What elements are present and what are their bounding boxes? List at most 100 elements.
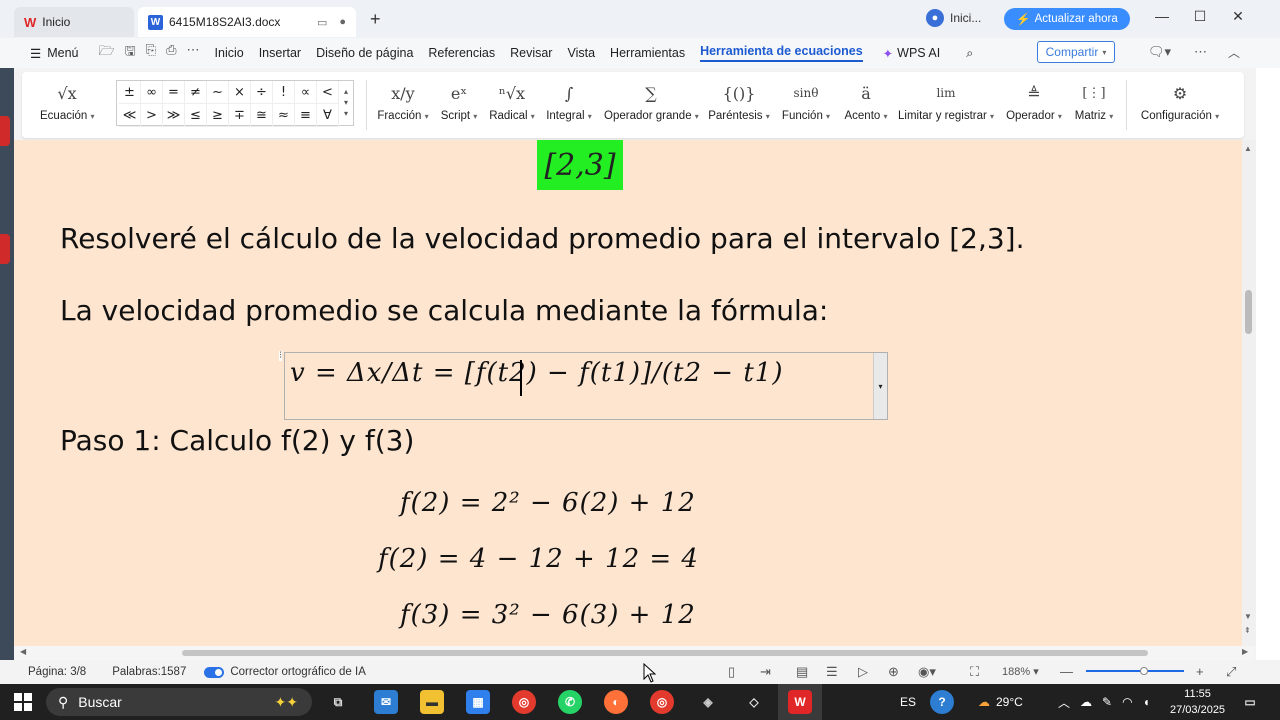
symbol-approx[interactable]: ≈ — [273, 104, 295, 127]
more-options-icon[interactable]: ⋯ — [1194, 44, 1207, 60]
minimize-icon[interactable]: — — [1152, 8, 1172, 24]
wifi-icon[interactable]: ◠ — [1122, 695, 1132, 709]
scroll-down-icon[interactable]: ▼ — [1244, 612, 1252, 621]
export-icon[interactable]: ⎘ — [146, 42, 156, 64]
upgrade-button[interactable]: ⚡ Actualizar ahora — [1004, 8, 1130, 30]
symbol-congruent[interactable]: ≅ — [251, 104, 273, 127]
menu-herramientas[interactable]: Herramientas — [610, 46, 685, 60]
web-view-icon[interactable]: ⊕ — [888, 664, 899, 680]
vertical-scroll-thumb[interactable] — [1245, 290, 1252, 334]
fullscreen-icon[interactable]: ⤢ — [1226, 664, 1236, 680]
weather-widget[interactable]: ☁ 29°C — [978, 684, 1023, 720]
menu-equation-tools[interactable]: Herramienta de ecuaciones — [700, 44, 863, 62]
store-icon[interactable]: ▦ — [466, 690, 490, 714]
chevron-up-icon[interactable]: ︿ — [1058, 694, 1070, 711]
account-button[interactable]: ● Inici... — [926, 9, 981, 27]
menu-revisar[interactable]: Revisar — [510, 46, 552, 60]
mail-icon[interactable]: ✉ — [374, 690, 398, 714]
symbol-scroll-icon[interactable]: ▴ ▾ ▾ — [344, 86, 348, 119]
function-button[interactable]: sinθ Función ▾ — [778, 80, 834, 122]
outline-icon[interactable]: ☰ — [826, 664, 838, 680]
close-icon[interactable]: ✕ — [1228, 8, 1248, 25]
pen-icon[interactable]: ✎ — [1102, 695, 1112, 709]
wps-ai-button[interactable]: ✦ WPS AI — [883, 46, 941, 61]
symbol-factorial[interactable]: ! — [273, 81, 295, 104]
play-icon[interactable]: ▷ — [858, 664, 868, 680]
monitor-icon[interactable]: ▭ — [317, 16, 327, 29]
toggle-switch[interactable] — [204, 666, 225, 678]
symbol-infinity[interactable]: ∞ — [141, 81, 163, 104]
zoom-in-icon[interactable]: + — [1196, 664, 1204, 679]
share-button[interactable]: Compartir ▾ — [1037, 41, 1115, 63]
onedrive-icon[interactable]: ☁ — [1080, 695, 1092, 709]
search-icon[interactable]: ⌕ — [966, 46, 973, 61]
help-icon[interactable]: ? — [930, 690, 954, 714]
spell-check-toggle[interactable]: Corrector ortográfico de IA — [204, 666, 366, 678]
symbol-tilde[interactable]: ~ — [207, 81, 229, 104]
zoom-slider[interactable] — [1086, 670, 1184, 672]
symbol-proportional[interactable]: ∝ — [295, 81, 317, 104]
wps-taskbar-icon[interactable]: W — [788, 690, 812, 714]
read-mode-icon[interactable]: ▯ — [728, 664, 735, 680]
symbol-equals[interactable]: = — [163, 81, 185, 104]
page-indicator[interactable]: Página: 3/8 — [28, 666, 86, 678]
word-count[interactable]: Palabras:1587 — [112, 666, 186, 678]
print-icon[interactable]: ⎙ — [166, 42, 176, 64]
eye-protection-icon[interactable]: ◉▾ — [918, 664, 936, 680]
symbol-not-equal[interactable]: ≠ — [185, 81, 207, 104]
dot-icon[interactable]: ● — [339, 16, 346, 29]
zoom-out-icon[interactable]: — — [1060, 664, 1073, 679]
collapse-ribbon-icon[interactable]: ︿ — [1228, 44, 1240, 61]
symbol-minus-plus[interactable]: ∓ — [229, 104, 251, 127]
equation-button[interactable]: √x Ecuación ▾ — [40, 80, 95, 123]
clock[interactable]: 11:55 27/03/2025 — [1170, 686, 1225, 718]
integral-button[interactable]: ∫ Integral ▾ — [544, 80, 594, 123]
page-up-icon[interactable]: ⇞ — [1244, 626, 1251, 635]
script-button[interactable]: eˣ Script ▾ — [438, 80, 480, 123]
export-page-icon[interactable]: ⇥ — [760, 664, 771, 680]
language-indicator[interactable]: ES — [900, 684, 916, 720]
zoom-slider-knob[interactable] — [1140, 667, 1148, 675]
matrix-button[interactable]: [⋮] Matriz ▾ — [1072, 80, 1116, 123]
accent-button[interactable]: ä Acento ▾ — [842, 80, 890, 123]
large-operator-button[interactable]: ∑ Operador grande ▾ — [604, 80, 699, 123]
settings-button[interactable]: ⚙ Configuración ▾ — [1138, 80, 1222, 123]
menu-diseno[interactable]: Diseño de página — [316, 46, 413, 60]
bracket-button[interactable]: {()} Paréntesis ▾ — [708, 80, 770, 123]
windows-start-icon[interactable] — [14, 693, 32, 711]
tab-home[interactable]: W Inicio — [14, 7, 134, 37]
app-icon[interactable]: ◈ — [696, 690, 720, 714]
notification-icon[interactable]: ▭ — [1238, 690, 1262, 714]
scroll-up-icon[interactable]: ▲ — [1244, 144, 1252, 153]
vertical-scrollbar[interactable]: ▲ ▼ ⇞ — [1242, 140, 1256, 646]
page-view-icon[interactable]: ▤ — [796, 664, 808, 680]
horizontal-scroll-thumb[interactable] — [182, 650, 1148, 656]
menu-referencias[interactable]: Referencias — [428, 46, 495, 60]
more-icon[interactable]: ⋯ — [187, 42, 200, 64]
save-icon[interactable]: 🖫 — [125, 42, 136, 64]
firefox-icon[interactable]: ◐ — [604, 690, 628, 714]
whatsapp-icon[interactable]: ✆ — [558, 690, 582, 714]
symbol-identical[interactable]: ≡ — [295, 104, 317, 127]
tab-document[interactable]: W 6415M18S2AI3.docx ▭ ● — [138, 7, 356, 37]
symbol-plus-minus[interactable]: ± — [119, 81, 141, 104]
open-folder-icon[interactable]: 🗁 — [99, 42, 115, 64]
chrome-profile-icon[interactable]: ◎ — [650, 690, 674, 714]
main-menu-button[interactable]: ☰ Menú — [30, 46, 79, 61]
horizontal-scrollbar[interactable]: ◀ ▶ — [14, 646, 1254, 660]
symbol-less-than[interactable]: < — [317, 81, 339, 104]
taskbar-search[interactable]: ⚲ Buscar ✦✦ — [46, 688, 312, 716]
symbol-much-greater[interactable]: ≫ — [163, 104, 185, 127]
menu-insertar[interactable]: Insertar — [259, 46, 301, 60]
limit-log-button[interactable]: lim Limitar y registrar ▾ — [898, 80, 994, 122]
comment-icon[interactable]: 🗨▾ — [1148, 44, 1171, 60]
operator-button[interactable]: ≜ Operador ▾ — [1004, 80, 1064, 123]
chrome-icon[interactable]: ◎ — [512, 690, 536, 714]
geogebra-icon[interactable]: ◇ — [742, 690, 766, 714]
symbol-greater-than[interactable]: > — [141, 104, 163, 127]
equation-options-icon[interactable]: ▾ — [873, 353, 887, 419]
new-tab-button[interactable]: + — [370, 9, 381, 30]
radical-button[interactable]: ⁿ√x Radical ▾ — [488, 80, 536, 123]
menu-inicio[interactable]: Inicio — [215, 46, 244, 60]
menu-vista[interactable]: Vista — [567, 46, 595, 60]
